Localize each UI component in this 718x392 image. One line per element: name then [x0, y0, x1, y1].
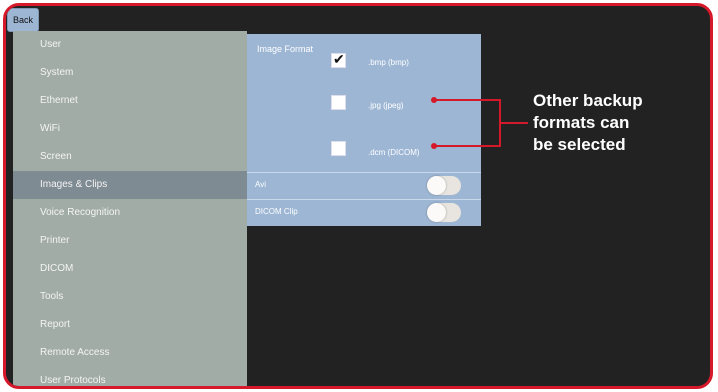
annotation-callout-text: Other backup formats can be selected — [533, 90, 643, 156]
callout-bracket — [434, 99, 501, 147]
annotation-line-3: be selected — [533, 135, 626, 154]
annotation-line-2: formats can — [533, 113, 630, 132]
callout-dot-jpg — [431, 97, 437, 103]
callout-dot-dcm — [431, 143, 437, 149]
annotation-lines — [431, 97, 528, 149]
annotation-line-1: Other backup — [533, 91, 643, 110]
